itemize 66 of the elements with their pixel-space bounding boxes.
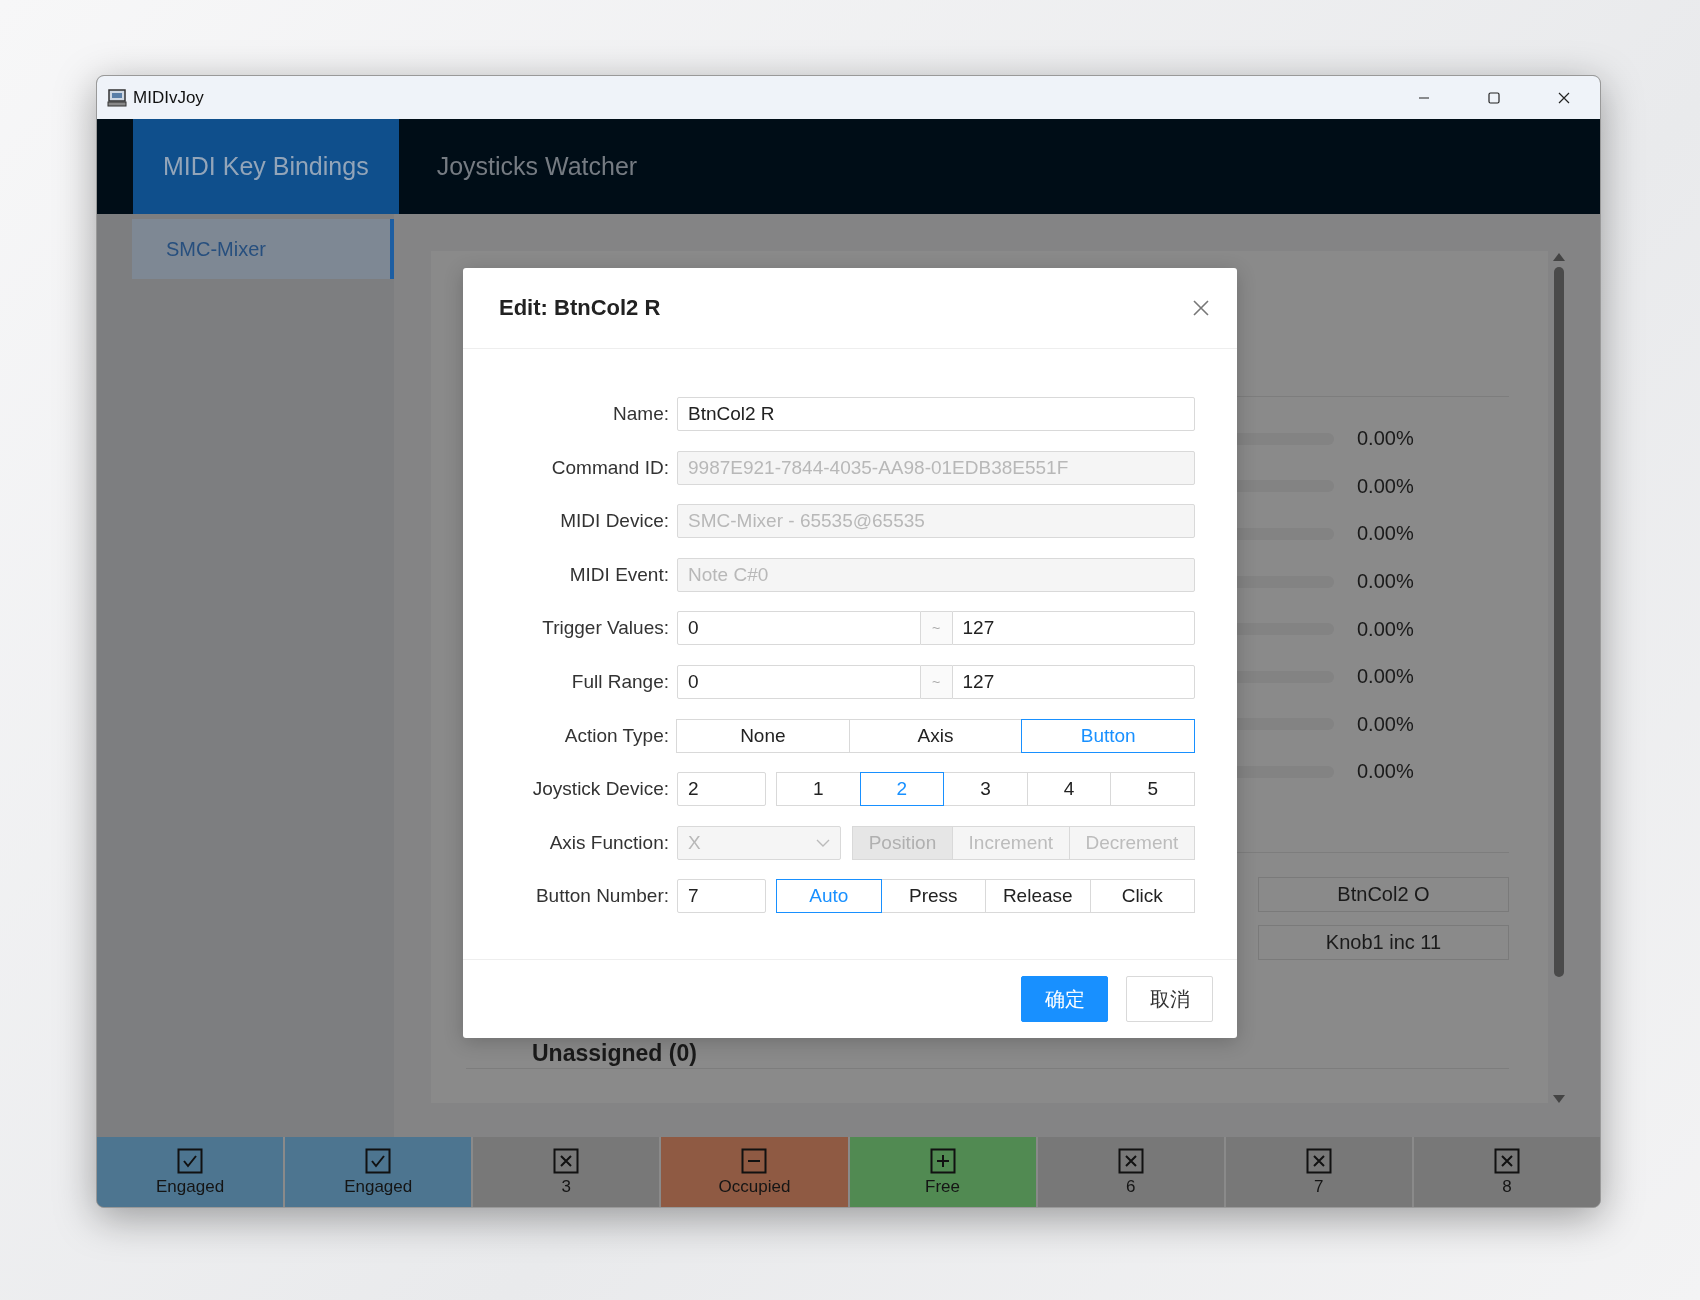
- input-field[interactable]: 0: [677, 664, 921, 699]
- checkbox-checked-icon: [365, 1147, 392, 1174]
- meter-reading: 0.00%: [1357, 570, 1414, 594]
- field-label: Full Range:: [570, 670, 669, 693]
- slot-label: Free: [925, 1176, 961, 1197]
- checkbox-checked-icon: [177, 1147, 204, 1174]
- dialog-title: Edit: BtnCol2 R: [499, 295, 661, 321]
- cross-box-icon: [1305, 1147, 1332, 1174]
- input-field[interactable]: 127: [951, 611, 1195, 646]
- field-label: Name:: [612, 403, 669, 425]
- input-field[interactable]: 127: [951, 664, 1195, 699]
- slot-label: Engaged: [156, 1176, 225, 1197]
- input-field[interactable]: BtnCol2 R: [677, 397, 1195, 431]
- field-label: MIDI Event:: [568, 563, 669, 586]
- segment-option[interactable]: 3: [943, 772, 1028, 807]
- segment-option[interactable]: Press: [880, 879, 986, 914]
- meter-reading: 0.00%: [1357, 760, 1414, 784]
- segment-option[interactable]: Axis: [848, 718, 1023, 753]
- binding-button[interactable]: BtnCol2 O: [1258, 876, 1509, 912]
- range-separator: ~: [920, 664, 952, 699]
- field-label: Axis Function:: [548, 831, 669, 854]
- input-field[interactable]: 2: [677, 772, 766, 807]
- chevron-down-icon: [816, 838, 830, 847]
- meter-reading: 0.00%: [1357, 522, 1414, 546]
- cancel-button[interactable]: 取消: [1126, 976, 1213, 1023]
- slot-label: 7: [1314, 1176, 1324, 1197]
- segment-option[interactable]: 1: [776, 772, 861, 807]
- meter-reading: 0.00%: [1357, 427, 1414, 451]
- maximize-icon[interactable]: [1488, 91, 1500, 104]
- segment-option[interactable]: Release: [985, 879, 1091, 914]
- slot-label: Occupied: [718, 1176, 791, 1197]
- field-label: Trigger Values:: [541, 617, 669, 640]
- segment-option[interactable]: 4: [1026, 772, 1112, 807]
- segment-option[interactable]: None: [676, 718, 850, 753]
- input-field[interactable]: 7: [677, 879, 766, 914]
- field-label: Button Number:: [534, 885, 669, 908]
- section-title: Unassigned (0): [532, 1038, 698, 1068]
- meter-reading: 0.00%: [1357, 712, 1414, 736]
- nav-tab[interactable]: Joysticks Watcher: [398, 119, 668, 214]
- segment-option[interactable]: Click: [1089, 879, 1195, 914]
- scroll-up-icon[interactable]: [1553, 253, 1565, 261]
- scrollbar-thumb[interactable]: [1554, 267, 1564, 977]
- slot-label: Engaged: [344, 1176, 413, 1197]
- meter-reading: 0.00%: [1357, 665, 1414, 689]
- field-label: MIDI Device:: [559, 510, 669, 533]
- cross-box-icon: [1117, 1147, 1144, 1174]
- binding-button[interactable]: Knob1 inc 11: [1258, 924, 1509, 960]
- window-title: MIDIvJoy: [133, 87, 204, 108]
- range-separator: ~: [920, 611, 952, 646]
- field-label: Command ID:: [550, 456, 669, 479]
- scroll-down-icon[interactable]: [1553, 1095, 1565, 1103]
- slot-label: 3: [561, 1176, 572, 1197]
- slot-label: 8: [1502, 1176, 1512, 1197]
- field-label: Action Type:: [563, 724, 669, 747]
- cross-box-icon: [1493, 1147, 1520, 1174]
- plus-box-icon: [929, 1147, 956, 1174]
- cross-box-icon: [553, 1147, 580, 1174]
- segment-option[interactable]: 5: [1110, 772, 1195, 807]
- close-icon[interactable]: [1558, 91, 1570, 104]
- slot-label: 6: [1125, 1176, 1136, 1197]
- field-label: Joystick Device:: [531, 778, 669, 801]
- computer-icon: [107, 87, 127, 108]
- minus-box-icon: [741, 1147, 768, 1174]
- meter-reading: 0.00%: [1357, 617, 1414, 641]
- input-field[interactable]: 0: [677, 611, 921, 646]
- meter-reading: 0.00%: [1357, 474, 1414, 498]
